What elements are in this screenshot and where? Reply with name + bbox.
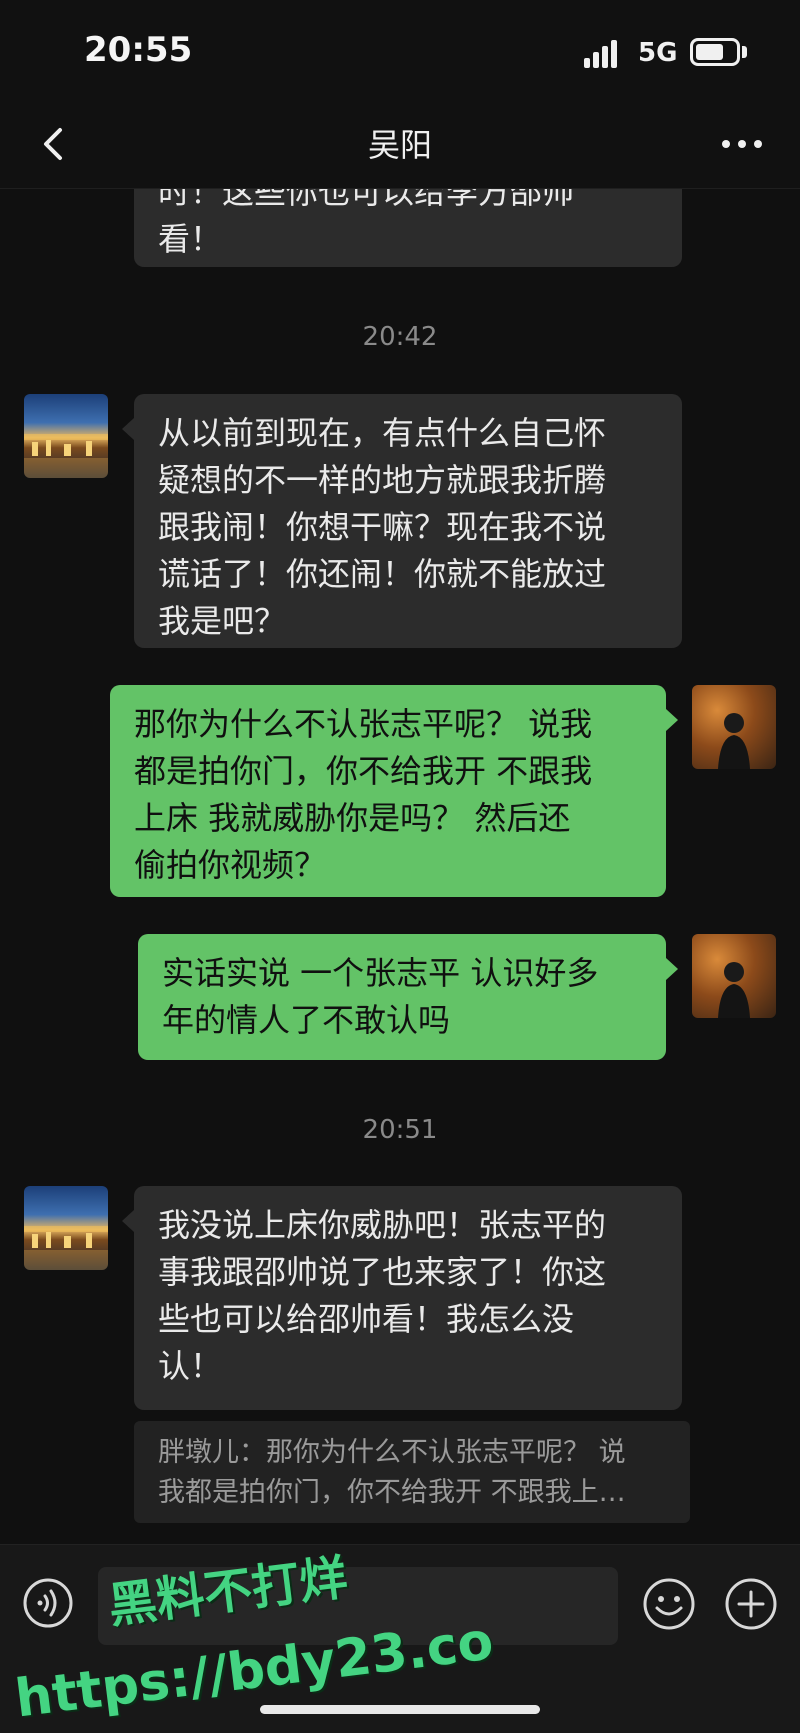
message-line: 时！这些你也可以给李方邵帅 [158, 189, 575, 211]
status-time: 20:55 [84, 30, 193, 70]
user-avatar[interactable] [692, 685, 776, 769]
chat-header: 吴阳 [0, 100, 800, 189]
message-line: 看！ [158, 220, 223, 258]
bubble-tail [666, 958, 678, 980]
message-line: 那你为什么不认张志平呢？ 说我 [134, 705, 593, 743]
message-line: 从以前到现在，有点什么自己怀 [158, 414, 607, 452]
message-bubble-received[interactable]: 时！这些你也可以给李方邵帅 看！ [134, 189, 682, 267]
home-indicator [260, 1705, 540, 1714]
contact-avatar[interactable] [24, 394, 108, 478]
signal-icon [584, 38, 626, 68]
message-line: 些也可以给邵帅看！我怎么没 [158, 1300, 575, 1338]
message-line: 跟我闹！你想干嘛？现在我不说 [158, 508, 607, 546]
bubble-tail [122, 418, 134, 440]
quote-line: 我都是拍你门，你不给我开 不跟我上… [158, 1477, 626, 1508]
timestamp: 20:51 [362, 1115, 438, 1145]
message-line: 我没说上床你威胁吧！张志平的 [158, 1206, 607, 1244]
bubble-tail [666, 709, 678, 731]
status-bar: 20:55 5G [0, 0, 800, 100]
quote-line: 胖墩儿：那你为什么不认张志平呢？ 说 [158, 1437, 626, 1468]
voice-icon[interactable] [22, 1577, 74, 1629]
message-line: 偷拍你视频？ [134, 846, 327, 884]
bubble-tail [122, 1210, 134, 1232]
contact-name: 吴阳 [367, 126, 432, 164]
message-line: 都是拍你门，你不给我开 不跟我 [134, 752, 593, 790]
message-list[interactable]: 时！这些你也可以给李方邵帅 看！ 20:42 从以前到现在，有点什么自己怀 疑想… [0, 189, 800, 1544]
message-bubble-sent[interactable]: 实话实说 一个张志平 认识好多 年的情人了不敢认吗 [138, 934, 666, 1060]
network-type: 5G [638, 38, 678, 68]
quoted-message[interactable]: 胖墩儿：那你为什么不认张志平呢？ 说 我都是拍你门，你不给我开 不跟我上… [134, 1421, 690, 1523]
message-line: 年的情人了不敢认吗 [162, 1001, 451, 1039]
contact-avatar[interactable] [24, 1186, 108, 1270]
message-line: 我是吧？ [158, 602, 287, 640]
message-line: 实话实说 一个张志平 认识好多 [162, 954, 599, 992]
message-line: 谎话了！你还闹！你就不能放过 [158, 555, 607, 593]
message-line: 上床 我就威胁你是吗？ 然后还 [134, 799, 571, 837]
emoji-icon[interactable] [642, 1577, 696, 1631]
timestamp: 20:42 [362, 322, 438, 352]
user-avatar[interactable] [692, 934, 776, 1018]
message-line: 事我跟邵帅说了也来家了！你这 [158, 1253, 607, 1291]
message-line: 疑想的不一样的地方就跟我折腾 [158, 461, 607, 499]
more-dots-icon[interactable] [720, 128, 764, 158]
battery-icon [690, 38, 740, 66]
message-bubble-received[interactable]: 从以前到现在，有点什么自己怀 疑想的不一样的地方就跟我折腾 跟我闹！你想干嘛？现… [134, 394, 682, 648]
message-bubble-sent[interactable]: 那你为什么不认张志平呢？ 说我 都是拍你门，你不给我开 不跟我 上床 我就威胁你… [110, 685, 666, 897]
message-bubble-received[interactable]: 我没说上床你威胁吧！张志平的 事我跟邵帅说了也来家了！你这 些也可以给邵帅看！我… [134, 1186, 682, 1410]
plus-icon[interactable] [724, 1577, 778, 1631]
battery-tip [742, 46, 747, 58]
message-line: 认！ [158, 1347, 223, 1385]
